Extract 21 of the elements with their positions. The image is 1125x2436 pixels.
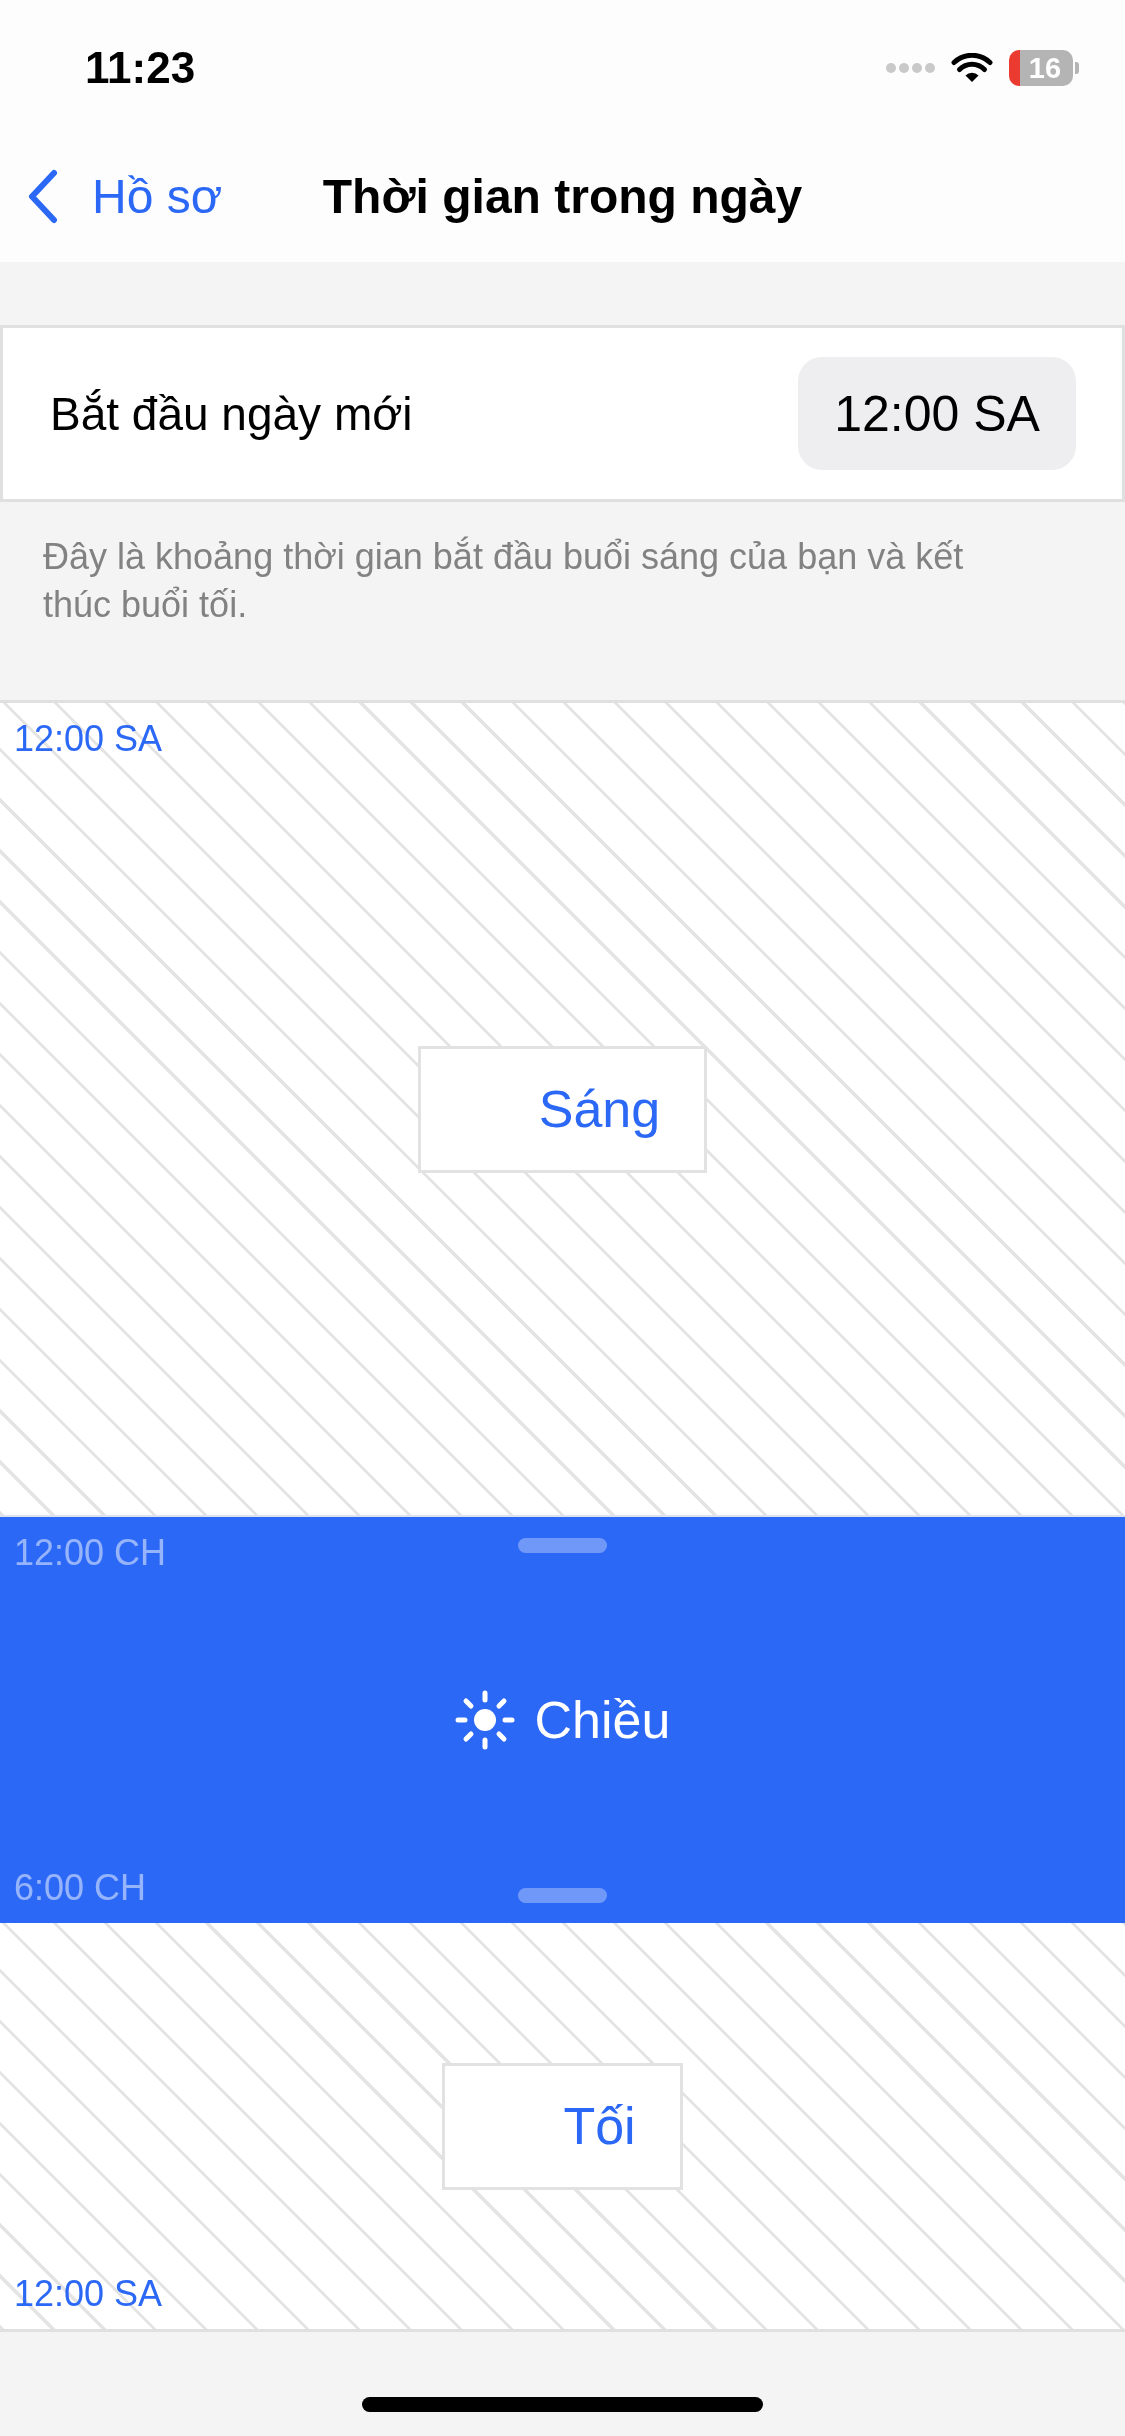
chevron-left-icon [27, 168, 58, 224]
drag-handle[interactable] [518, 1888, 607, 1903]
period-label: Chiều [534, 1690, 671, 1750]
period-button[interactable]: Tối [442, 2062, 683, 2190]
time-label: 12:00 CH [13, 1531, 167, 1574]
time-label: 12:00 SA [13, 2273, 163, 2316]
battery-tip-icon [1075, 62, 1079, 74]
time-label: 6:00 CH [13, 1867, 147, 1910]
time-label: 12:00 SA [13, 717, 163, 760]
period-button[interactable]: Sáng [417, 1045, 708, 1173]
back-button[interactable]: Hồ sơ [27, 168, 223, 224]
status-time: 11:23 [85, 43, 196, 93]
battery-indicator: 16 [1009, 50, 1073, 86]
drag-handle[interactable] [518, 1538, 607, 1553]
setting-label: Bắt đầu ngày mới [50, 386, 413, 441]
description-text: Đây là khoảng thời gian bắt đầu buổi sáng của bạn và kết thúc buổi tối. [42, 535, 965, 627]
signal-icon [885, 62, 935, 74]
screen-title: Thời gian trong ngày [322, 168, 803, 224]
sun-icon [454, 1690, 515, 1750]
time-picker-button[interactable]: 12:00 SA [798, 357, 1076, 470]
wifi-icon [951, 53, 993, 83]
